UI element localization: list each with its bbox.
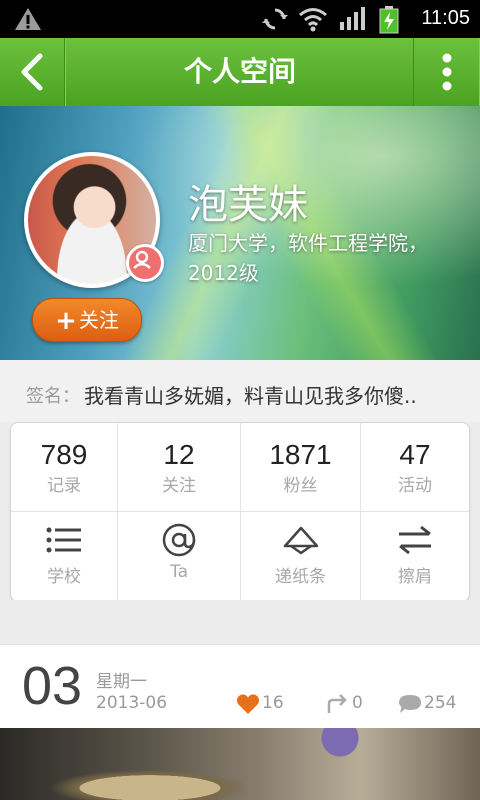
more-menu-button[interactable]	[413, 38, 480, 106]
like-count: 16	[262, 693, 284, 713]
signal-icon	[340, 7, 365, 30]
page-title: 个人空间	[183, 55, 296, 88]
action-school[interactable]: 学校	[11, 512, 117, 601]
stat-label: 粉丝	[283, 476, 318, 496]
action-swap[interactable]: 擦肩	[361, 512, 469, 601]
stat-label: 活动	[398, 476, 432, 496]
stat-records[interactable]: 789 记录	[11, 423, 117, 511]
action-label: 擦肩	[398, 567, 432, 587]
action-at[interactable]: Ta	[118, 512, 240, 601]
stat-number: 789	[40, 439, 88, 470]
action-label: 递纸条	[275, 567, 326, 587]
app-header: 个人空间	[0, 38, 480, 108]
comment-icon[interactable]	[398, 693, 422, 715]
back-button[interactable]	[0, 38, 65, 106]
profile-name: 泡芙妹	[188, 182, 308, 228]
status-bar: 11:05	[0, 0, 480, 38]
female-icon	[133, 250, 151, 269]
follow-button[interactable]: + 关注	[32, 298, 142, 342]
stat-number: 1871	[269, 439, 332, 470]
note-icon	[283, 526, 318, 555]
share-icon[interactable]	[326, 693, 348, 715]
profile-school: 厦门大学，软件工程学院，2012级	[188, 231, 428, 285]
heart-icon[interactable]	[236, 693, 260, 715]
wifi-icon	[299, 8, 327, 32]
section-gap	[0, 600, 480, 644]
post-day: 03	[22, 656, 83, 716]
more-vertical-icon	[442, 53, 452, 91]
at-icon	[162, 523, 196, 557]
post-year-month: 2013-06	[96, 693, 168, 713]
warning-icon	[15, 8, 41, 30]
swap-icon	[399, 525, 431, 555]
action-label: Ta	[170, 562, 188, 582]
sync-icon	[262, 8, 288, 30]
divider	[11, 511, 469, 512]
divider	[360, 423, 361, 601]
plus-icon: +	[55, 306, 77, 336]
gender-badge	[126, 244, 164, 282]
post-photo[interactable]	[0, 728, 480, 800]
action-note[interactable]: 递纸条	[241, 512, 360, 601]
signature-row: 签名： 我看青山多妩媚，料青山见我多你傻..	[0, 360, 480, 422]
signature-label: 签名：	[26, 386, 80, 407]
stat-number: 12	[163, 439, 195, 470]
battery-icon	[379, 6, 399, 34]
stats-card: 789 记录 12 关注 1871 粉丝 47 活动 学校 Ta 递纸条 擦肩	[10, 422, 470, 602]
divider	[117, 423, 118, 601]
clock: 11:05	[421, 7, 470, 29]
action-label: 学校	[47, 567, 81, 587]
stat-following[interactable]: 12 关注	[118, 423, 240, 511]
timeline-post-header[interactable]: 03 星期一 2013-06 16 0 254	[0, 644, 480, 729]
divider	[240, 423, 241, 601]
stat-fans[interactable]: 1871 粉丝	[241, 423, 360, 511]
list-icon	[46, 527, 81, 553]
comment-count: 254	[424, 693, 457, 713]
share-count: 0	[352, 693, 363, 713]
chevron-left-icon	[21, 53, 43, 91]
stat-label: 关注	[162, 476, 196, 496]
signature-text: 我看青山多妩媚，料青山见我多你傻..	[84, 384, 417, 408]
follow-label: 关注	[78, 308, 119, 332]
stat-label: 记录	[47, 476, 81, 496]
stat-number: 47	[399, 439, 431, 470]
post-weekday: 星期一	[96, 672, 147, 692]
stat-activities[interactable]: 47 活动	[361, 423, 469, 511]
